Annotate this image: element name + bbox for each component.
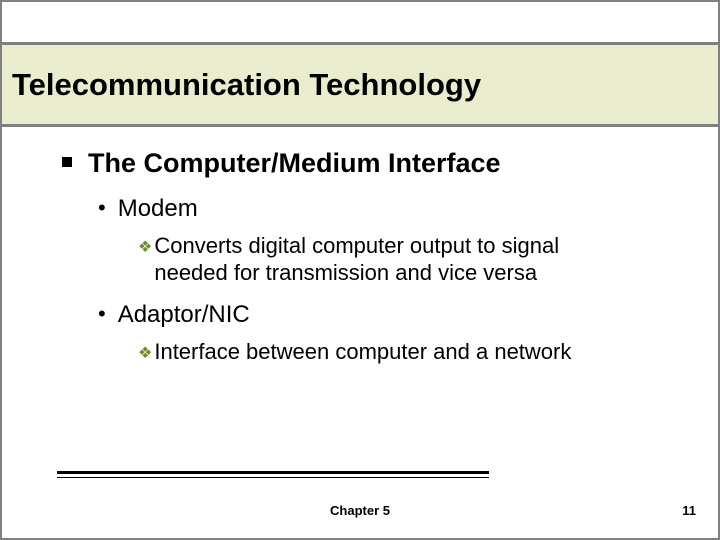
item-label: Adaptor/NIC	[118, 299, 250, 330]
dot-bullet-icon: •	[98, 299, 106, 330]
item-detail: Interface between computer and a network	[154, 338, 571, 366]
title-band: Telecommunication Technology	[2, 42, 718, 127]
item-label: Modem	[118, 193, 198, 224]
footer-divider	[57, 471, 489, 478]
dot-bullet-icon: •	[98, 193, 106, 224]
slide-frame: Telecommunication Technology The Compute…	[0, 0, 720, 540]
slide-title: Telecommunication Technology	[12, 67, 481, 103]
list-item: • Modem	[98, 193, 678, 224]
divider-thick	[57, 471, 489, 474]
list-subitem: ❖ Converts digital computer output to si…	[138, 232, 678, 287]
chapter-label: Chapter 5	[2, 503, 718, 518]
section-heading-row: The Computer/Medium Interface	[62, 147, 678, 181]
list-subitem: ❖ Interface between computer and a netwo…	[138, 338, 678, 366]
diamond-bullet-icon: ❖	[138, 343, 152, 363]
divider-thin	[57, 477, 489, 478]
item-detail: Converts digital computer output to sign…	[154, 232, 634, 287]
page-number: 11	[682, 503, 696, 518]
content-area: The Computer/Medium Interface • Modem ❖ …	[62, 147, 678, 378]
list-item: • Adaptor/NIC	[98, 299, 678, 330]
section-heading: The Computer/Medium Interface	[88, 147, 501, 181]
diamond-bullet-icon: ❖	[138, 237, 152, 257]
square-bullet-icon	[62, 157, 72, 167]
